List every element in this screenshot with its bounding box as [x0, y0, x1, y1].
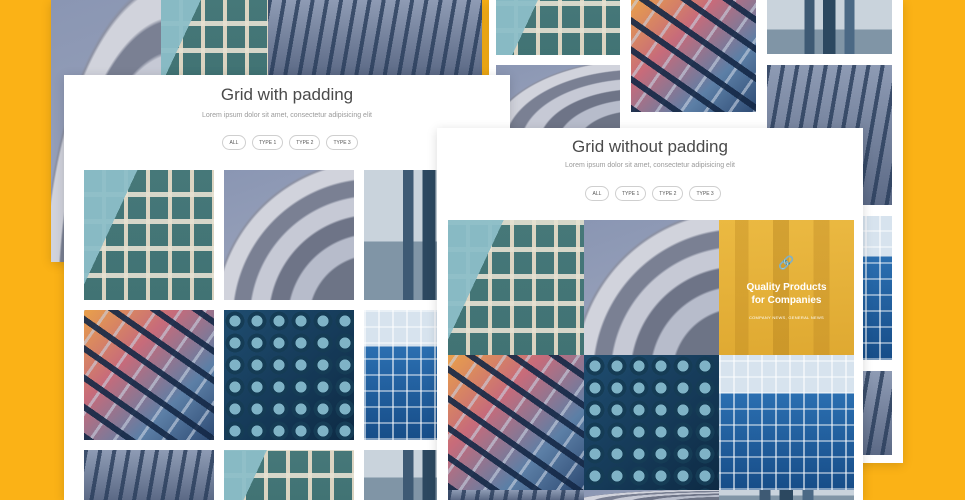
- filter-type-3[interactable]: TYPE 3: [326, 135, 358, 150]
- photo-tile: [496, 65, 620, 135]
- gallery-item[interactable]: [719, 490, 854, 500]
- filter-type-2[interactable]: TYPE 2: [652, 186, 684, 201]
- filter-all[interactable]: ALL: [222, 135, 246, 150]
- gallery-item[interactable]: [224, 450, 354, 500]
- gallery-item[interactable]: [584, 355, 719, 490]
- gallery-item[interactable]: [224, 170, 354, 300]
- photo-tile: [496, 0, 620, 55]
- gallery-item[interactable]: [84, 310, 214, 440]
- gallery-item[interactable]: [584, 220, 719, 355]
- gallery-item[interactable]: [584, 490, 719, 500]
- photo-tile: [161, 0, 268, 75]
- link-icon[interactable]: 🔗: [778, 255, 794, 271]
- page-subtitle: Lorem ipsum dolor sit amet, consectetur …: [201, 112, 373, 119]
- gallery-item[interactable]: [224, 310, 354, 440]
- photo-tile: [631, 0, 756, 112]
- promo-categories[interactable]: COMPANY NEWS, GENERAL NEWS: [749, 315, 824, 320]
- filter-all[interactable]: ALL: [585, 186, 609, 201]
- gallery-item[interactable]: [448, 355, 584, 490]
- promo-tile[interactable]: 🔗 Quality Products for Companies COMPANY…: [719, 220, 854, 355]
- gallery-item[interactable]: [448, 220, 584, 355]
- filter-type-1[interactable]: TYPE 1: [615, 186, 647, 201]
- promo-title-line-1: Quality Products: [746, 282, 827, 293]
- grid-without-padding-card: Grid without padding Lorem ipsum dolor s…: [437, 128, 863, 500]
- page-title: Grid without padding: [572, 137, 728, 156]
- filter-bar: ALL TYPE 1 TYPE 2 TYPE 3: [437, 186, 863, 201]
- page-subtitle: Lorem ipsum dolor sit amet, consectetur …: [564, 162, 736, 169]
- gallery-item[interactable]: [84, 450, 214, 500]
- promo-content: 🔗 Quality Products for Companies COMPANY…: [719, 220, 854, 355]
- page-title: Grid with padding: [220, 85, 354, 104]
- gallery-item[interactable]: [719, 355, 854, 490]
- filter-type-3[interactable]: TYPE 3: [689, 186, 721, 201]
- filter-type-2[interactable]: TYPE 2: [289, 135, 321, 150]
- promo-title-line-2: for Companies: [751, 295, 822, 306]
- photo-tile: [767, 0, 892, 54]
- gallery-item[interactable]: [448, 490, 584, 500]
- gallery-item[interactable]: [84, 170, 214, 300]
- photo-tile: [268, 0, 482, 75]
- filter-type-1[interactable]: TYPE 1: [252, 135, 284, 150]
